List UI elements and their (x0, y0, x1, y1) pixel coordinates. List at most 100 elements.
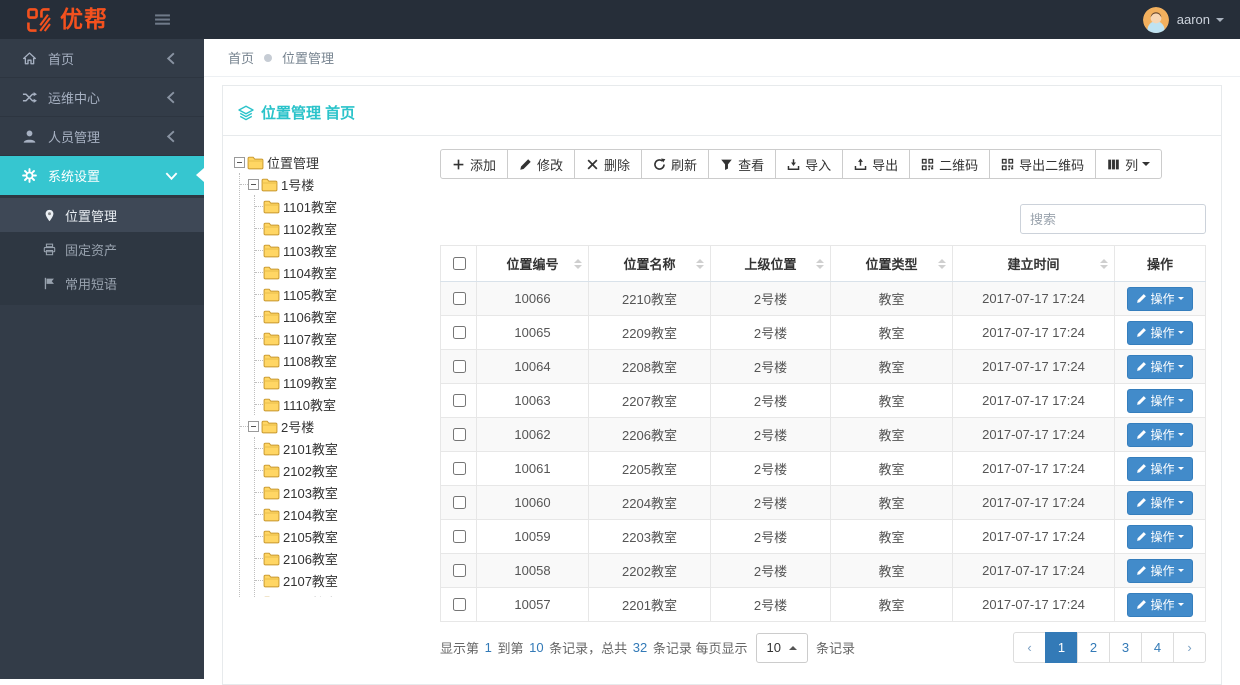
row-action-button[interactable]: 操作 (1127, 388, 1193, 413)
tree-node-room[interactable]: 1106教室 (255, 305, 430, 327)
row-action-button[interactable]: 操作 (1127, 422, 1193, 447)
folder-icon (263, 507, 280, 522)
breadcrumb-item[interactable]: 首页 (228, 48, 254, 67)
breadcrumb-item[interactable]: 位置管理 (282, 48, 334, 67)
sort-icon[interactable] (696, 255, 704, 273)
row-checkbox[interactable] (452, 292, 466, 305)
sort-icon[interactable] (574, 255, 582, 273)
sort-icon[interactable] (938, 255, 946, 273)
delete-button[interactable]: 删除 (574, 149, 643, 179)
folder-icon (263, 353, 280, 368)
add-button[interactable]: 添加 (440, 149, 509, 179)
row-checkbox[interactable] (452, 360, 466, 373)
tree-node-label: 2106教室 (283, 551, 338, 567)
tree-node-room[interactable]: 1105教室 (255, 283, 430, 305)
page-button-3[interactable]: 3 (1109, 632, 1142, 663)
tree-collapse-toggle[interactable] (248, 420, 259, 432)
tree-node-room[interactable]: 2103教室 (255, 481, 430, 503)
caret-down-icon (1177, 501, 1184, 504)
page-size-dropdown[interactable]: 10 (755, 632, 808, 663)
row-action-button[interactable]: 操作 (1127, 490, 1193, 515)
tree-node-room[interactable]: 2102教室 (255, 459, 430, 481)
column-header[interactable]: 操作 (1114, 245, 1206, 282)
tree-node-label: 1104教室 (283, 265, 337, 281)
sort-icon[interactable] (816, 255, 824, 273)
tree-node-room[interactable]: 2107教室 (255, 569, 430, 591)
breadcrumb: 首页 位置管理 (204, 39, 1240, 77)
page-button-4[interactable]: 4 (1141, 632, 1174, 663)
row-checkbox[interactable] (452, 496, 466, 509)
tree-node-room[interactable]: 2101教室 (255, 437, 430, 459)
export-qrcode-button[interactable]: 导出二维码 (989, 149, 1097, 179)
next-page-button[interactable]: › (1173, 632, 1206, 663)
tree-node-room[interactable]: 1110教室 (255, 393, 430, 415)
column-header[interactable]: 建立时间 (952, 245, 1115, 282)
row-checkbox[interactable] (452, 326, 466, 339)
column-header[interactable]: 位置编号 (476, 245, 589, 282)
tree-node-room[interactable]: 1108教室 (255, 349, 430, 371)
qrcode-button[interactable]: 二维码 (909, 149, 991, 179)
row-action-button[interactable]: 操作 (1127, 558, 1193, 583)
tree-node-room[interactable]: 1109教室 (255, 371, 430, 393)
tree-collapse-toggle[interactable] (248, 178, 259, 190)
column-header[interactable]: 上级位置 (710, 245, 831, 282)
column-header[interactable]: 位置名称 (588, 245, 711, 282)
sidebar-item-ops-center[interactable]: 运维中心 (0, 78, 204, 117)
row-checkbox[interactable] (452, 598, 466, 611)
page-button-2[interactable]: 2 (1077, 632, 1110, 663)
cell-location-name: 2210教室 (588, 281, 711, 316)
tree-node-room[interactable]: 2106教室 (255, 547, 430, 569)
row-checkbox[interactable] (452, 428, 466, 441)
row-checkbox[interactable] (452, 394, 466, 407)
import-button[interactable]: 导入 (775, 149, 844, 179)
row-checkbox[interactable] (452, 462, 466, 475)
table-row: 10057 2201教室 2号楼 教室 2017-07-17 17:24 操作 (440, 587, 1206, 622)
sidebar-item-home[interactable]: 首页 (0, 39, 204, 78)
tree-node-room[interactable]: 2105教室 (255, 525, 430, 547)
table-row: 10058 2202教室 2号楼 教室 2017-07-17 17:24 操作 (440, 553, 1206, 588)
row-checkbox[interactable] (452, 564, 466, 577)
row-action-button[interactable]: 操作 (1127, 286, 1193, 311)
location-tree[interactable]: 位置管理 1号楼 1101教室 1102教室 1103教室 1104教室 1105教室 110… (232, 149, 430, 597)
tree-node-room[interactable]: 2104教室 (255, 503, 430, 525)
search-input[interactable] (1020, 204, 1206, 234)
tree-node-room[interactable]: 1103教室 (255, 239, 430, 261)
page-button-1[interactable]: 1 (1045, 632, 1078, 663)
row-action-button[interactable]: 操作 (1127, 354, 1193, 379)
tree-node-building[interactable]: 2号楼 (240, 415, 430, 437)
hamburger-menu-icon[interactable] (154, 11, 171, 28)
layers-icon (238, 105, 254, 121)
sidebar-subitem-location-mgmt[interactable]: 位置管理 (0, 198, 204, 232)
sort-icon[interactable] (1100, 255, 1108, 273)
plus-icon (452, 158, 465, 171)
cell-created-time: 2017-07-17 17:24 (952, 553, 1115, 588)
row-action-button[interactable]: 操作 (1127, 456, 1193, 481)
row-action-button[interactable]: 操作 (1127, 320, 1193, 345)
sidebar-subitem-common-phrases[interactable]: 常用短语 (0, 266, 204, 300)
columns-button[interactable]: 列 (1095, 149, 1163, 179)
view-button[interactable]: 查看 (708, 149, 777, 179)
select-all-checkbox[interactable] (452, 257, 466, 270)
caret-down-icon (1177, 331, 1184, 334)
tree-node-root[interactable]: 位置管理 (234, 151, 430, 173)
tree-node-room[interactable]: 1107教室 (255, 327, 430, 349)
column-header[interactable]: 位置类型 (830, 245, 953, 282)
tree-node-room[interactable]: 1104教室 (255, 261, 430, 283)
user-menu[interactable]: aaron (1143, 7, 1240, 33)
tree-node-building[interactable]: 1号楼 (240, 173, 430, 195)
tree-node-room[interactable]: 1101教室 (255, 195, 430, 217)
row-action-button[interactable]: 操作 (1127, 524, 1193, 549)
edit-button[interactable]: 修改 (507, 149, 576, 179)
row-checkbox[interactable] (452, 530, 466, 543)
sidebar-item-system-settings[interactable]: 系统设置 (0, 156, 204, 195)
row-action-button[interactable]: 操作 (1127, 592, 1193, 617)
sidebar-item-personnel[interactable]: 人员管理 (0, 117, 204, 156)
tree-node-room[interactable]: 1102教室 (255, 217, 430, 239)
tree-collapse-toggle[interactable] (234, 156, 245, 168)
prev-page-button[interactable]: ‹ (1013, 632, 1046, 663)
tree-node-room[interactable]: 2108教室 (255, 591, 430, 597)
sidebar-subitem-fixed-assets[interactable]: 固定资产 (0, 232, 204, 266)
export-button[interactable]: 导出 (842, 149, 911, 179)
cell-parent-location: 2号楼 (710, 485, 831, 520)
refresh-button[interactable]: 刷新 (641, 149, 710, 179)
